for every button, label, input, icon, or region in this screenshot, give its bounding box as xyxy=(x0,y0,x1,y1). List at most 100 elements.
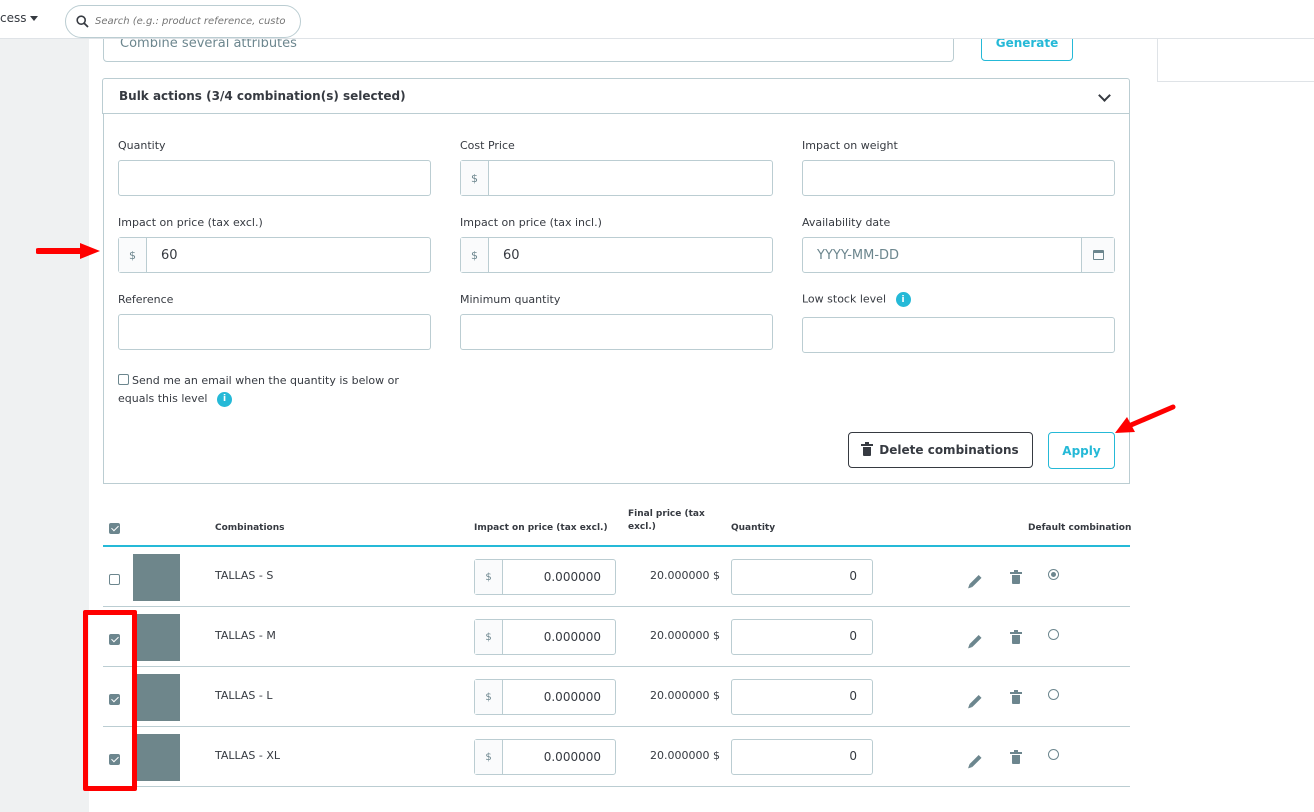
default-combination-radio[interactable] xyxy=(1048,689,1059,700)
quantity-input[interactable]: 0 xyxy=(731,679,873,715)
low-stock-label-wrap: Low stock level i xyxy=(802,292,911,307)
availability-date-label: Availability date xyxy=(802,216,891,229)
edit-button[interactable] xyxy=(969,628,982,648)
minimum-quantity-label: Minimum quantity xyxy=(460,293,561,306)
sidebar-strip xyxy=(0,39,89,812)
currency-addon: $ xyxy=(461,161,489,195)
reference-label: Reference xyxy=(118,293,174,306)
impact-weight-label: Impact on weight xyxy=(802,139,898,152)
pencil-icon xyxy=(969,634,982,648)
impact-price-excl-value: 60 xyxy=(161,247,178,263)
final-price: 20.000000 $ xyxy=(650,629,720,642)
email-alert-text-line2: equals this level xyxy=(118,392,208,405)
red-arrow-annotation xyxy=(36,243,100,259)
table-row: TALLAS - XL $ 0.000000 20.000000 $ 0 xyxy=(103,727,1130,787)
impact-weight-field[interactable] xyxy=(802,160,1115,196)
currency-addon: $ xyxy=(475,560,503,594)
header-default-combination: Default combination xyxy=(1028,523,1132,533)
row-checkbox[interactable] xyxy=(109,574,120,585)
currency-addon: $ xyxy=(475,680,503,714)
quantity-input[interactable]: 0 xyxy=(731,559,873,595)
bulk-actions-header[interactable]: Bulk actions (3/4 combination(s) selecte… xyxy=(102,78,1130,114)
combination-thumbnail xyxy=(133,734,180,781)
impact-price-incl-value: 60 xyxy=(503,247,520,263)
impact-price-value: 0.000000 xyxy=(543,750,601,764)
delete-button[interactable] xyxy=(1010,629,1022,648)
quick-access-label: cess xyxy=(0,11,27,25)
quantity-label: Quantity xyxy=(118,139,166,152)
email-alert-option: Send me an email when the quantity is be… xyxy=(118,372,418,408)
delete-button[interactable] xyxy=(1010,569,1022,588)
table-row: TALLAS - S $ 0.000000 20.000000 $ 0 xyxy=(103,547,1130,607)
delete-combinations-button[interactable]: Delete combinations xyxy=(848,432,1033,468)
row-checkbox-wrap xyxy=(109,569,123,588)
final-price: 20.000000 $ xyxy=(650,569,720,582)
right-panel xyxy=(1157,38,1314,82)
impact-price-input[interactable]: $ 0.000000 xyxy=(474,679,616,715)
delete-combinations-label: Delete combinations xyxy=(879,443,1019,457)
quick-access-menu[interactable]: cess xyxy=(0,11,39,25)
search-box[interactable] xyxy=(65,5,301,38)
pencil-icon xyxy=(969,694,982,708)
table-row: TALLAS - M $ 0.000000 20.000000 $ 0 xyxy=(103,607,1130,667)
delete-button[interactable] xyxy=(1010,749,1022,768)
impact-price-input[interactable]: $ 0.000000 xyxy=(474,619,616,655)
impact-price-value: 0.000000 xyxy=(543,630,601,644)
caret-down-icon xyxy=(30,15,39,21)
trash-icon xyxy=(1010,750,1022,764)
low-stock-field[interactable] xyxy=(802,317,1115,353)
search-icon xyxy=(76,15,89,28)
search-input[interactable] xyxy=(95,16,285,27)
minimum-quantity-field[interactable] xyxy=(460,314,773,350)
chevron-down-icon[interactable] xyxy=(1098,89,1111,102)
trash-icon xyxy=(861,442,874,456)
apply-button[interactable]: Apply xyxy=(1048,432,1115,469)
currency-addon: $ xyxy=(119,238,147,272)
quantity-input[interactable]: 0 xyxy=(731,739,873,775)
pencil-icon xyxy=(969,754,982,768)
header-final-price-line1: Final price (tax xyxy=(628,509,705,519)
calendar-icon xyxy=(1092,250,1104,260)
impact-price-input[interactable]: $ 0.000000 xyxy=(474,739,616,775)
availability-date-placeholder: YYYY-MM-DD xyxy=(817,247,900,263)
currency-addon: $ xyxy=(475,740,503,774)
impact-price-input[interactable]: $ 0.000000 xyxy=(474,559,616,595)
edit-button[interactable] xyxy=(969,688,982,708)
trash-icon xyxy=(1010,570,1022,584)
reference-field[interactable] xyxy=(118,314,431,350)
default-combination-radio[interactable] xyxy=(1048,569,1059,580)
impact-price-incl-field[interactable]: $ 60 xyxy=(460,237,773,273)
impact-price-value: 0.000000 xyxy=(543,690,601,704)
header-impact-price: Impact on price (tax excl.) xyxy=(474,523,608,533)
top-bar: cess xyxy=(0,0,1314,39)
quantity-input[interactable]: 0 xyxy=(731,619,873,655)
impact-price-excl-field[interactable]: $ 60 xyxy=(118,237,431,273)
availability-date-field[interactable]: YYYY-MM-DD xyxy=(802,237,1115,273)
bulk-actions-title: Bulk actions (3/4 combination(s) selecte… xyxy=(119,89,406,103)
header-quantity: Quantity xyxy=(731,523,776,533)
edit-button[interactable] xyxy=(969,748,982,768)
combination-name: TALLAS - XL xyxy=(215,749,281,762)
default-combination-radio[interactable] xyxy=(1048,629,1059,640)
impact-price-value: 0.000000 xyxy=(543,570,601,584)
low-stock-label: Low stock level xyxy=(802,292,887,306)
impact-price-incl-label: Impact on price (tax incl.) xyxy=(460,216,602,229)
calendar-button[interactable] xyxy=(1081,238,1114,272)
select-all-checkbox-wrap xyxy=(109,518,123,537)
info-icon[interactable]: i xyxy=(216,391,232,407)
default-combination-radio[interactable] xyxy=(1048,749,1059,760)
table-row: TALLAS - L $ 0.000000 20.000000 $ 0 xyxy=(103,667,1130,727)
cost-price-label: Cost Price xyxy=(460,139,515,152)
delete-button[interactable] xyxy=(1010,689,1022,708)
email-alert-checkbox[interactable] xyxy=(118,374,129,385)
header-final-price-line2: excl.) xyxy=(628,522,656,532)
combination-thumbnail xyxy=(133,614,180,661)
combination-name: TALLAS - M xyxy=(215,629,276,642)
combination-thumbnail xyxy=(133,554,180,601)
cost-price-field[interactable]: $ xyxy=(460,160,773,196)
quantity-field[interactable] xyxy=(118,160,431,196)
edit-button[interactable] xyxy=(969,568,982,588)
info-icon[interactable]: i xyxy=(895,292,911,307)
combination-name: TALLAS - S xyxy=(215,569,274,582)
select-all-checkbox[interactable] xyxy=(109,523,120,534)
